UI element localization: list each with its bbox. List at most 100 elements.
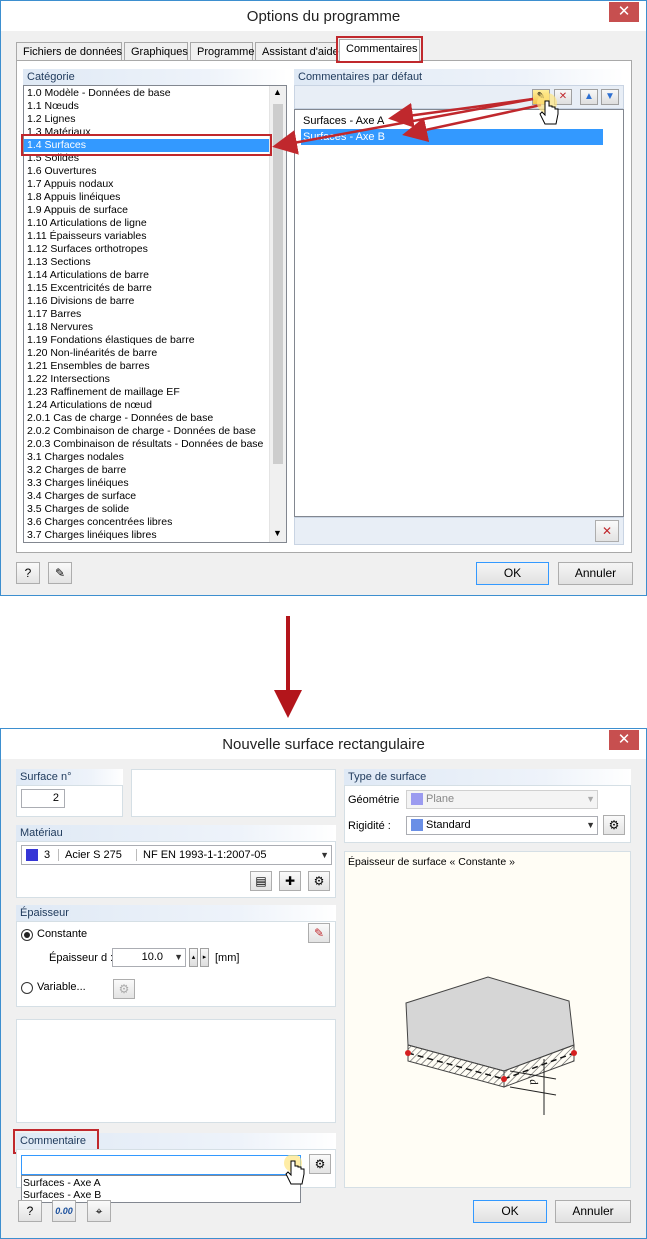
book-icon: ▤ (255, 874, 267, 888)
rigidity-edit-button[interactable]: ⚙ (603, 815, 625, 835)
material-color-swatch (26, 849, 38, 861)
comment-option-a[interactable]: Surfaces - Axe A (23, 1177, 101, 1189)
category-item[interactable]: 3.1 Charges nodales (24, 451, 270, 464)
category-item[interactable]: 1.19 Fondations élastiques de barre (24, 334, 270, 347)
material-select[interactable]: 3 Acier S 275 NF EN 1993-1-1:2007-05 ▼ (21, 845, 332, 865)
surface-type-header: Type de surface (344, 769, 631, 785)
comment-dropdown-list[interactable]: Surfaces - Axe A Surfaces - Axe B (21, 1175, 301, 1203)
node-point-middle (501, 1076, 507, 1082)
rigidity-select[interactable]: Standard ▼ (406, 816, 598, 835)
comment-item-b[interactable]: Surfaces - Axe B (301, 129, 603, 145)
thickness-header: Épaisseur (16, 905, 336, 921)
category-item[interactable]: 1.13 Sections (24, 256, 270, 269)
spin-up-icon: ▴ (191, 954, 196, 961)
delete-comment-button[interactable]: ✕ (554, 89, 572, 105)
preview-title: Épaisseur de surface « Constante » (348, 856, 515, 868)
ok-button[interactable]: OK (473, 1200, 547, 1223)
variable-edit-button[interactable]: ⚙ (113, 979, 135, 999)
material-edit-button[interactable]: ⚙ (308, 871, 330, 891)
variable-radio[interactable] (21, 982, 33, 994)
pick-button[interactable]: ⌖ (87, 1200, 111, 1222)
scroll-up-arrow-icon[interactable]: ▲ (273, 87, 282, 97)
material-library-button[interactable]: ▤ (250, 871, 272, 891)
category-item[interactable]: 1.1 Nœuds (24, 100, 270, 113)
category-item[interactable]: 3.7 Charges linéiques libres (24, 529, 270, 542)
material-new-button[interactable]: ✚ (279, 871, 301, 891)
delete-icon: ✕ (558, 91, 568, 102)
category-item[interactable]: 1.24 Articulations de nœud (24, 399, 270, 412)
category-item[interactable]: 2.0.2 Combinaison de charge - Données de… (24, 425, 270, 438)
category-item[interactable]: 1.17 Barres (24, 308, 270, 321)
comment-item-a[interactable]: Surfaces - Axe A (301, 113, 603, 129)
move-down-button[interactable]: ▼ (601, 89, 619, 105)
tab-data-files[interactable]: Fichiers de données (16, 42, 122, 61)
dialog-title: Nouvelle surface rectangulaire (222, 736, 425, 753)
category-item[interactable]: 2.0.3 Combinaison de résultats - Données… (24, 438, 270, 451)
category-item[interactable]: 1.10 Articulations de ligne (24, 217, 270, 230)
category-item[interactable]: 1.22 Intersections (24, 373, 270, 386)
category-item[interactable]: 1.2 Lignes (24, 113, 270, 126)
thickness-spin-up[interactable]: ▴ (189, 948, 198, 967)
tab-graphics[interactable]: Graphiques (124, 42, 188, 61)
node-point-left (405, 1050, 411, 1056)
category-item[interactable]: 1.23 Raffinement de maillage EF (24, 386, 270, 399)
comments-list[interactable]: Surfaces - Axe A Surfaces - Axe B (294, 109, 624, 517)
category-item[interactable]: 2.0.1 Cas de charge - Données de base (24, 412, 270, 425)
close-button[interactable]: ✕ (609, 730, 639, 750)
category-item[interactable]: 3.3 Charges linéiques (24, 477, 270, 490)
category-item[interactable]: 1.0 Modèle - Données de base (24, 87, 270, 100)
scroll-thumb[interactable] (273, 104, 283, 464)
category-item[interactable]: 1.7 Appuis nodaux (24, 178, 270, 191)
thickness-edit-button[interactable]: ✎ (308, 923, 330, 943)
help-button[interactable]: ? (16, 562, 40, 584)
dimension-line-bottom (509, 1086, 557, 1096)
comments-footer (294, 517, 624, 545)
move-up-button[interactable]: ▲ (580, 89, 598, 105)
category-item[interactable]: 1.12 Surfaces orthotropes (24, 243, 270, 256)
category-item[interactable]: 3.2 Charges de barre (24, 464, 270, 477)
units-button[interactable]: 0.00 (52, 1200, 76, 1222)
node-point-right (571, 1050, 577, 1056)
new-comment-button[interactable]: ✎ (532, 89, 550, 105)
category-item[interactable]: 1.15 Excentricités de barre (24, 282, 270, 295)
category-item[interactable]: 3.6 Charges concentrées libres (24, 516, 270, 529)
tab-program[interactable]: Programme (190, 42, 254, 61)
thickness-spin-right[interactable]: ▸ (200, 948, 209, 967)
cancel-button[interactable]: Annuler (558, 562, 633, 585)
delete-all-comments-button[interactable]: ✕ (595, 520, 619, 542)
category-item[interactable]: 1.21 Ensembles de barres (24, 360, 270, 373)
category-item[interactable]: 1.8 Appuis linéiques (24, 191, 270, 204)
category-item[interactable]: 3.5 Charges de solide (24, 503, 270, 516)
thickness-input[interactable]: 10.0 ▼ (112, 948, 186, 967)
thickness-d-label: Épaisseur d : (49, 952, 114, 964)
category-item[interactable]: 1.6 Ouvertures (24, 165, 270, 178)
category-item[interactable]: 1.16 Divisions de barre (24, 295, 270, 308)
constant-label: Constante (37, 928, 88, 940)
category-item[interactable]: 3.4 Charges de surface (24, 490, 270, 503)
edit-button[interactable]: ✎ (48, 562, 72, 584)
close-button[interactable]: ✕ (609, 2, 639, 22)
edit-icon: ⚙ (314, 1157, 326, 1171)
category-item[interactable]: 1.9 Appuis de surface (24, 204, 270, 217)
comments-toolbar (294, 85, 624, 109)
scroll-down-arrow-icon[interactable]: ▼ (273, 528, 282, 538)
category-item[interactable]: 1.11 Épaisseurs variables (24, 230, 270, 243)
comment-input[interactable] (21, 1155, 301, 1175)
edit-icon: ✎ (54, 566, 66, 580)
surface-comment-preview (131, 769, 336, 817)
dimension-label-d: d (527, 1078, 540, 1086)
chevron-down-icon: ▼ (586, 794, 595, 804)
category-item[interactable]: 1.20 Non-linéarités de barre (24, 347, 270, 360)
ok-button[interactable]: OK (476, 562, 549, 585)
tab-help-assistant[interactable]: Assistant d'aide (255, 42, 339, 61)
cancel-button[interactable]: Annuler (555, 1200, 631, 1223)
surface-no-field[interactable]: 2 (21, 789, 65, 808)
category-item[interactable]: 1.14 Articulations de barre (24, 269, 270, 282)
help-button[interactable]: ? (18, 1200, 42, 1222)
category-item[interactable]: 1.18 Nervures (24, 321, 270, 334)
new-rectangular-surface-dialog: Nouvelle surface rectangulaire ✕ Surface… (0, 728, 647, 1239)
transition-arrow (274, 616, 302, 718)
constant-radio[interactable] (21, 929, 33, 941)
new-icon: ✚ (284, 874, 296, 888)
default-comments-header: Commentaires par défaut (294, 69, 624, 85)
